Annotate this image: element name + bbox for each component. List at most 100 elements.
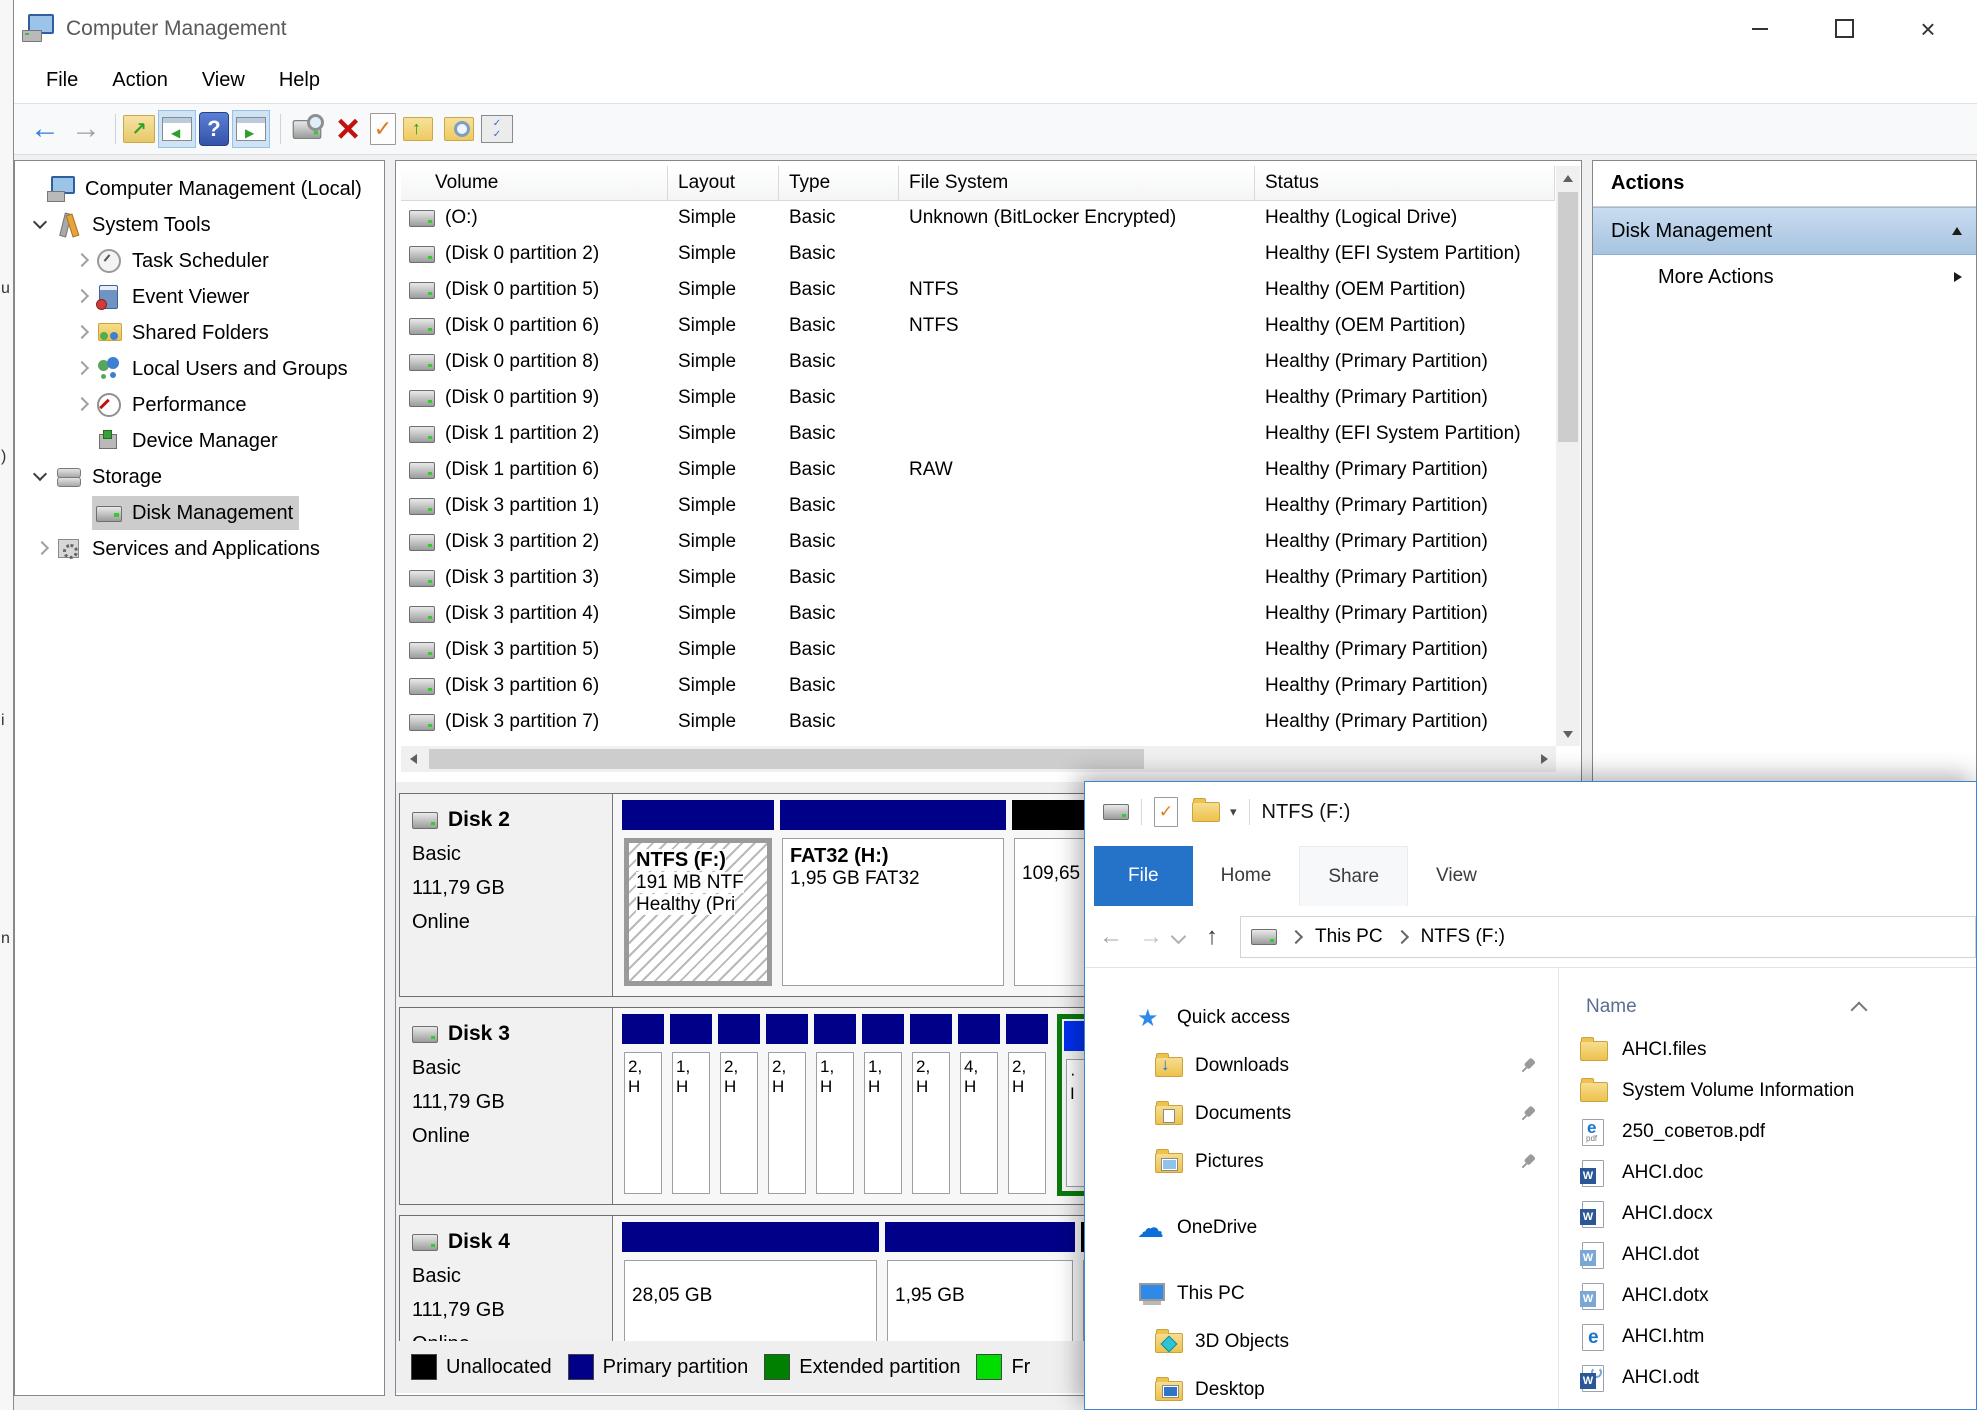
file-row[interactable]: W AHCI.dotx (1580, 1275, 1976, 1316)
table-horizontal-scrollbar[interactable] (401, 746, 1556, 772)
forward-arrow-icon[interactable] (67, 110, 105, 148)
scrollbar-thumb[interactable] (1558, 192, 1578, 442)
address-bar[interactable]: This PC NTFS (F:) (1240, 915, 1976, 958)
volume-row[interactable]: (Disk 0 partition 2) Simple Basic Health… (401, 236, 1556, 272)
console-tree-toggle-icon[interactable] (158, 110, 196, 148)
breadcrumb-current[interactable]: NTFS (F:) (1421, 926, 1505, 948)
partition[interactable]: 2, H (910, 1014, 952, 1196)
scrollbar-thumb[interactable] (429, 749, 1144, 769)
sort-caret-icon[interactable] (1850, 1001, 1868, 1019)
tree-chevron-icon[interactable] (68, 393, 92, 417)
toolbar-separator[interactable] (280, 114, 281, 144)
file-row[interactable]: System Volume Information (1580, 1070, 1976, 1111)
file-row[interactable]: W AHCI.odt (1580, 1357, 1976, 1398)
volume-row[interactable]: (Disk 1 partition 6) Simple Basic RAW He… (401, 452, 1556, 488)
sidebar-item[interactable]: This PC (1085, 1270, 1558, 1318)
folder-icon[interactable] (1192, 798, 1220, 822)
tree-chevron-icon[interactable] (68, 429, 92, 453)
partition[interactable]: 4, H (958, 1014, 1000, 1196)
file-row[interactable]: W AHCI.dot (1580, 1234, 1976, 1275)
tree-chevron-icon[interactable] (68, 357, 92, 381)
column-header-layout[interactable]: Layout (668, 166, 779, 200)
drive-search-icon[interactable] (288, 110, 326, 148)
partition[interactable]: 2, H (766, 1014, 808, 1196)
partition[interactable]: 1,95 GB (885, 1222, 1075, 1341)
back-arrow-icon[interactable] (26, 110, 64, 148)
file-row[interactable]: 250_советов.pdf (1580, 1111, 1976, 1152)
tree-item[interactable]: Computer Management (Local) (15, 171, 384, 207)
tree-item[interactable]: System Tools (15, 207, 384, 243)
partition[interactable]: 2, H (718, 1014, 760, 1196)
tree-chevron-icon[interactable] (68, 321, 92, 345)
ribbon-tab[interactable]: Share (1299, 846, 1409, 906)
tree-chevron-icon[interactable] (68, 285, 92, 309)
maximize-button[interactable] (1806, 0, 1882, 57)
sidebar-item[interactable]: Documents (1085, 1090, 1558, 1138)
partition[interactable]: 2, H (622, 1014, 664, 1196)
sidebar-item[interactable]: Desktop (1085, 1366, 1558, 1409)
partition[interactable]: 28,05 GB (622, 1222, 879, 1341)
volume-row[interactable]: (Disk 1 partition 2) Simple Basic Health… (401, 416, 1556, 452)
tree-chevron-icon[interactable] (68, 501, 92, 525)
column-header-volume[interactable]: Volume (401, 166, 668, 200)
partition[interactable]: FAT32 (H:) 1,95 GB FAT32 (780, 800, 1006, 988)
volume-row[interactable]: (Disk 0 partition 6) Simple Basic NTFS H… (401, 308, 1556, 344)
partition[interactable]: 1, H (814, 1014, 856, 1196)
file-list-name-header[interactable]: Name (1586, 996, 1637, 1018)
scroll-down-arrow[interactable] (1556, 722, 1580, 746)
volume-row[interactable]: (Disk 0 partition 9) Simple Basic Health… (401, 380, 1556, 416)
ribbon-tab[interactable]: View (1408, 846, 1505, 906)
file-row[interactable]: W AHCI.doc (1580, 1152, 1976, 1193)
tree-item[interactable]: Task Scheduler (15, 243, 384, 279)
sidebar-item[interactable]: Quick access (1085, 994, 1558, 1042)
breadcrumb-chevron-icon[interactable] (1394, 929, 1409, 944)
tree-item[interactable]: Event Viewer (15, 279, 384, 315)
tree-item[interactable]: Local Users and Groups (15, 351, 384, 387)
toolbar-separator[interactable] (115, 114, 116, 144)
folder-up-icon[interactable] (399, 110, 437, 148)
help-icon[interactable] (199, 112, 229, 146)
collapse-icon[interactable] (1952, 227, 1962, 235)
breadcrumb-chevron-icon[interactable] (1288, 929, 1304, 944)
volume-row[interactable]: (Disk 0 partition 5) Simple Basic NTFS H… (401, 272, 1556, 308)
file-row[interactable]: AHCI.files (1580, 1029, 1976, 1070)
volume-row[interactable]: (Disk 3 partition 5) Simple Basic Health… (401, 632, 1556, 668)
folder-search-icon[interactable] (440, 110, 478, 148)
minimize-button[interactable] (1722, 0, 1798, 57)
tree-chevron-icon[interactable] (68, 249, 92, 273)
nav-up-icon[interactable]: ↑ (1192, 923, 1232, 951)
file-row[interactable]: AHCI.htm (1580, 1316, 1976, 1357)
disk-4-label[interactable]: Disk 4 Basic 111,79 GB Online (400, 1216, 613, 1341)
close-button[interactable]: × (1890, 0, 1966, 57)
menu-item[interactable]: View (185, 57, 262, 103)
table-vertical-scrollbar[interactable] (1556, 166, 1580, 746)
column-header-filesystem[interactable]: File System (899, 166, 1255, 200)
disk-3-label[interactable]: Disk 3 Basic 111,79 GB Online (400, 1008, 613, 1204)
sidebar-item[interactable]: Pictures (1085, 1138, 1558, 1186)
recent-locations-dropdown-icon[interactable] (1170, 928, 1187, 945)
tree-chevron-icon[interactable] (21, 177, 45, 201)
scroll-up-arrow[interactable] (1556, 166, 1580, 190)
quick-access-properties-icon[interactable] (1154, 797, 1178, 827)
qat-dropdown-icon[interactable]: ▾ (1230, 804, 1237, 820)
partition[interactable]: 1, H (670, 1014, 712, 1196)
column-header-status[interactable]: Status (1255, 166, 1555, 200)
tree-chevron-icon[interactable] (28, 465, 52, 489)
tree-item[interactable]: Storage (15, 459, 384, 495)
ribbon-tab[interactable]: File (1094, 846, 1193, 906)
scroll-right-arrow[interactable] (1532, 746, 1556, 772)
nav-back-icon[interactable]: ← (1091, 923, 1131, 951)
partition[interactable]: 1, H (862, 1014, 904, 1196)
tree-item[interactable]: Services and Applications (15, 531, 384, 567)
partition[interactable]: NTFS (F:) 191 MB NTF Healthy (Pri (622, 800, 774, 988)
tree-item[interactable]: Shared Folders (15, 315, 384, 351)
volume-row[interactable]: (O:) Simple Basic Unknown (BitLocker Enc… (401, 200, 1556, 236)
nav-forward-icon[interactable]: → (1131, 923, 1171, 951)
sidebar-item[interactable]: 3D Objects (1085, 1318, 1558, 1366)
ribbon-tab[interactable]: Home (1193, 846, 1300, 906)
actions-section-header[interactable]: Disk Management (1593, 207, 1976, 255)
action-pane-toggle-icon[interactable] (232, 110, 270, 148)
volume-row[interactable]: (Disk 0 partition 8) Simple Basic Health… (401, 344, 1556, 380)
properties-check-icon[interactable] (370, 113, 396, 145)
volume-row[interactable]: (Disk 3 partition 7) Simple Basic Health… (401, 704, 1556, 740)
